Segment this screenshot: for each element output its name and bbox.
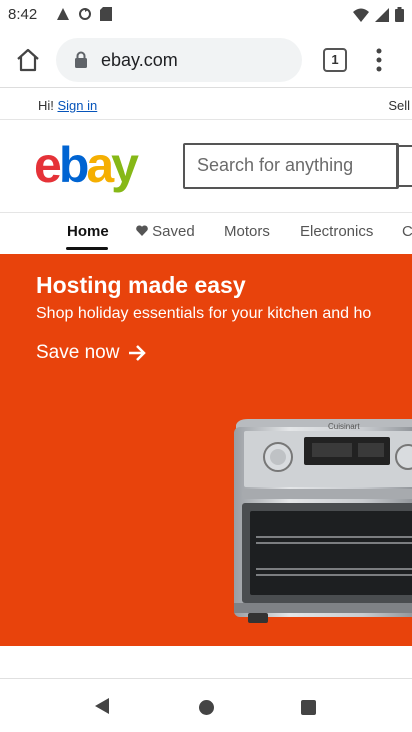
category-nav: Home Saved Motors Electronics C [0, 212, 412, 254]
nav-active-indicator [66, 247, 108, 250]
status-bar: 8:42 [0, 0, 412, 32]
address-bar[interactable]: ebay.com [56, 38, 302, 82]
save-now-label: Save now [36, 342, 120, 363]
nav-electronics[interactable]: Electronics [300, 223, 373, 240]
banner-title: Hosting made easy [36, 272, 246, 298]
greeting-text: Hi! [38, 98, 58, 113]
search-button[interactable] [396, 145, 412, 187]
nav-motors[interactable]: Motors [224, 223, 270, 240]
heart-icon [136, 225, 148, 236]
lock-icon [74, 51, 88, 74]
tab-switcher-button[interactable]: 1 [323, 48, 347, 72]
home-icon[interactable] [14, 46, 42, 74]
sync-icon [78, 7, 92, 26]
battery-icon [395, 7, 404, 27]
overflow-menu-icon[interactable] [370, 46, 388, 74]
search-input[interactable] [197, 155, 387, 176]
nav-more[interactable]: C [402, 223, 412, 240]
air-fryer-image: Cuisinart [228, 419, 412, 630]
home-nav-icon[interactable] [199, 700, 214, 715]
alert-icon [56, 7, 70, 26]
wifi-icon [353, 8, 369, 27]
nav-saved[interactable]: Saved [136, 223, 195, 240]
banner-subtitle: Shop holiday essentials for your kitchen… [36, 305, 372, 322]
save-now-link[interactable]: Save now [36, 342, 147, 364]
arrow-right-icon [129, 345, 147, 361]
sell-link[interactable]: Sell [388, 98, 410, 113]
nav-home[interactable]: Home [67, 223, 109, 240]
recents-icon[interactable] [301, 700, 316, 715]
sd-card-icon [100, 7, 112, 26]
svg-text:ebay: ebay [34, 138, 139, 193]
sign-in-link[interactable]: Sign in [58, 98, 98, 113]
nav-saved-label: Saved [152, 223, 195, 240]
ebay-top-strip: Hi! Sign in Sell [0, 96, 412, 120]
promo-banner[interactable]: Hosting made easy Shop holiday essential… [0, 254, 412, 646]
url-text: ebay.com [101, 50, 178, 70]
greeting: Hi! Sign in [38, 98, 97, 113]
search-box [183, 143, 399, 189]
browser-toolbar: ebay.com 1 [0, 32, 412, 88]
ebay-logo[interactable]: ebay [34, 137, 170, 196]
appliance-brand: Cuisinart [328, 422, 360, 431]
signal-icon [375, 7, 389, 27]
status-time: 8:42 [8, 6, 38, 23]
system-navigation-bar [0, 678, 412, 732]
back-icon[interactable] [94, 697, 110, 720]
